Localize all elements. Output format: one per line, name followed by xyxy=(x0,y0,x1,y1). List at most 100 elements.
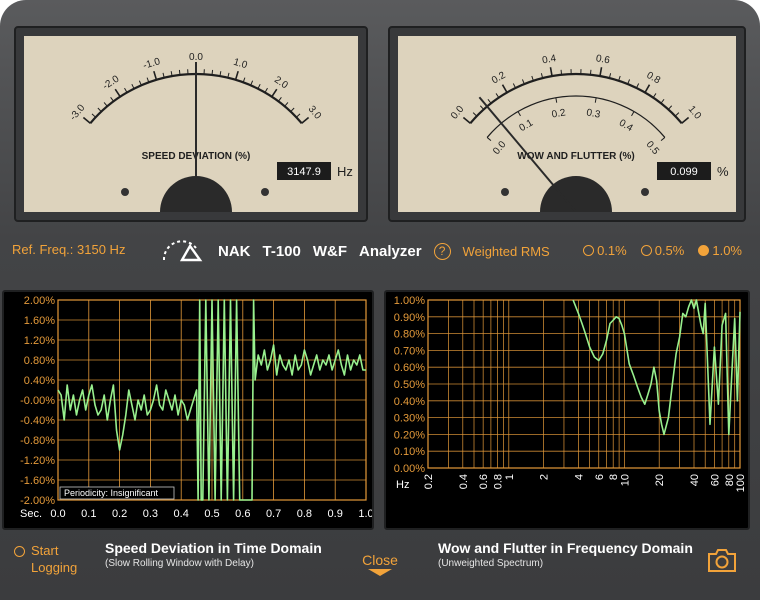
analyzer-window: -3.0 -2.0 -1.0 0.0 1.0 2.0 3.0 SPEED DEVIATION… xyxy=(0,0,760,600)
range-selector: 0.1% 0.5% 1.0% xyxy=(583,243,742,258)
app-title: NAK T-100 W&F Analyzer ? Weighted RMS xyxy=(160,236,550,266)
annotation-text: Periodicity: Insignificant xyxy=(64,488,159,498)
radio-icon xyxy=(14,546,25,557)
x-tick-label: 100 xyxy=(735,474,747,492)
y-tick-label: -0.40% xyxy=(20,415,55,427)
y-tick-label: -1.60% xyxy=(20,475,55,487)
close-label: Close xyxy=(362,552,398,568)
wow-meter-face: 0.00.20.4 0.60.81.00.00.10.2 0.30.40.5 WOW… xyxy=(398,36,736,212)
y-tick-label: 1.20% xyxy=(24,335,55,347)
x-tick-label: 0.3 xyxy=(143,508,158,520)
x-tick-label: 0.4 xyxy=(458,474,470,489)
start-logging-button[interactable]: Start Logging xyxy=(14,542,77,576)
right-caption-title: Wow and Flutter in Frequency Domain xyxy=(438,540,693,556)
y-tick-label: 0.40% xyxy=(24,375,55,387)
x-tick-label: 0.6 xyxy=(235,508,250,520)
control-bar: Ref. Freq.: 3150 Hz NAK T-100 W&F Analyz… xyxy=(0,232,760,270)
y-tick-label: 0.80% xyxy=(24,355,55,367)
brand-wf: W&F xyxy=(312,242,348,260)
x-tick-label: 0.0 xyxy=(50,508,65,520)
y-tick-label: 1.60% xyxy=(24,315,55,327)
close-button[interactable]: Close xyxy=(355,552,405,576)
y-tick-label: 2.00% xyxy=(24,295,55,307)
speed-meter-face: -3.0-2.0-1.0 0.0 1.02.03.0 SPEED DEVIATION… xyxy=(24,36,358,212)
x-tick-label: 0.9 xyxy=(328,508,343,520)
y-tick-label: 0.50% xyxy=(394,379,425,391)
x-tick-label: 0.5 xyxy=(204,508,219,520)
y-tick-label: -1.20% xyxy=(20,455,55,467)
x-tick-label: 8 xyxy=(608,474,620,480)
y-tick-label: 0.80% xyxy=(394,329,425,341)
x-axis-label: Hz xyxy=(396,479,409,491)
brand-analyzer: Analyzer xyxy=(359,242,422,260)
tape-reel-logo-icon xyxy=(162,240,203,262)
bottom-bar: Start Logging Speed Deviation in Time Dom… xyxy=(0,536,760,600)
y-tick-label: 0.20% xyxy=(394,429,425,441)
frequency-domain-chart: 1.00% 0.90% 0.80% 0.70% 0.60% 0.50% 0.40% 0.30%… xyxy=(394,295,747,492)
range-label: 0.1% xyxy=(597,243,627,258)
meter-scale-label: 0.0 xyxy=(189,52,203,63)
x-tick-label: 4 xyxy=(573,474,585,480)
speed-reading-unit: Hz xyxy=(337,164,353,179)
y-tick-label: 0.40% xyxy=(394,396,425,408)
speed-deviation-meter: -3.0 -2.0 -1.0 0.0 1.0 2.0 3.0 SPEED DEVIATION… xyxy=(14,26,368,222)
meter-tick xyxy=(211,69,214,75)
range-label: 0.5% xyxy=(654,243,685,258)
screw-left xyxy=(121,188,129,196)
speed-reading-value: 3147.9 xyxy=(287,166,321,178)
y-tick-label: 0.70% xyxy=(394,345,425,357)
right-caption: Wow and Flutter in Frequency Domain (Unw… xyxy=(438,540,693,569)
meter-tick xyxy=(589,69,592,75)
y-tick-label: 0.60% xyxy=(394,362,425,374)
chevron-down-icon xyxy=(368,569,392,576)
screw-left xyxy=(501,188,509,196)
x-tick-label: 0.6 xyxy=(478,474,490,489)
x-tick-label: 0.8 xyxy=(297,508,312,520)
brand-nak: NAK xyxy=(218,242,251,260)
wow-flutter-meter: 0.0 0.2 0.4 0.6 0.8 1.0 0.0 0.1 0.2 0.3 0.4 0.5 WOW… xyxy=(388,26,746,222)
x-tick-label: 40 xyxy=(689,474,701,486)
start-logging-line1: Start xyxy=(31,543,59,558)
x-axis-label: Sec. xyxy=(20,508,42,520)
frequency-domain-scope: 1.00% 0.90% 0.80% 0.70% 0.60% 0.50% 0.40% 0.30%… xyxy=(384,290,750,530)
camera-icon[interactable] xyxy=(706,546,738,574)
meter-tick xyxy=(178,69,181,75)
meter-tick xyxy=(560,69,563,75)
radio-selected-icon xyxy=(698,245,710,256)
x-tick-label: 0.7 xyxy=(266,508,281,520)
x-tick-label: 0.2 xyxy=(112,508,127,520)
annotation: Periodicity: Insignificant xyxy=(59,486,175,500)
brand-model: T-100 xyxy=(262,242,301,260)
x-tick-label: 20 xyxy=(654,474,666,486)
y-tick-label: -2.00% xyxy=(20,495,55,507)
left-caption-sub: (Slow Rolling Window with Delay) xyxy=(105,558,254,569)
left-caption-title: Speed Deviation in Time Domain xyxy=(105,540,322,556)
x-tick-label: 0.8 xyxy=(493,474,505,489)
wow-reading-unit: % xyxy=(717,164,729,179)
y-tick-label: 0.10% xyxy=(394,446,425,458)
range-option-0-5[interactable]: 0.5% xyxy=(640,243,685,258)
y-tick-label: 0.30% xyxy=(394,413,425,425)
start-logging-line2: Logging xyxy=(31,560,78,575)
radio-icon xyxy=(583,245,595,256)
range-option-1-0[interactable]: 1.0% xyxy=(698,243,742,258)
range-label: 1.0% xyxy=(712,243,742,258)
weighting-mode[interactable]: Weighted RMS xyxy=(463,244,550,259)
x-tick-label: 10 xyxy=(619,474,631,486)
x-tick-label: 80 xyxy=(724,474,736,486)
wow-reading-value: 0.099 xyxy=(670,166,698,178)
y-tick-label: -0.80% xyxy=(20,435,55,447)
y-tick-label: 1.00% xyxy=(394,295,425,307)
x-tick-label: 0.4 xyxy=(174,508,189,520)
time-domain-chart: 2.00% 1.60% 1.20% 0.80% 0.40% -0.00% -0.40% -0.… xyxy=(20,295,372,520)
screw-right xyxy=(261,188,269,196)
time-domain-scope: 2.00% 1.60% 1.20% 0.80% 0.40% -0.00% -0.40% -0.… xyxy=(2,290,374,530)
x-tick-label: 0.2 xyxy=(423,474,435,489)
range-option-0-1[interactable]: 0.1% xyxy=(583,243,627,258)
y-tick-label: 0.90% xyxy=(394,312,425,324)
x-tick-label: 60 xyxy=(709,474,721,486)
reference-frequency: Ref. Freq.: 3150 Hz xyxy=(12,242,126,257)
wow-meter-title: WOW AND FLUTTER (%) xyxy=(517,151,634,162)
help-button[interactable]: ? xyxy=(433,242,451,260)
y-tick-label: 0.00% xyxy=(394,463,425,475)
